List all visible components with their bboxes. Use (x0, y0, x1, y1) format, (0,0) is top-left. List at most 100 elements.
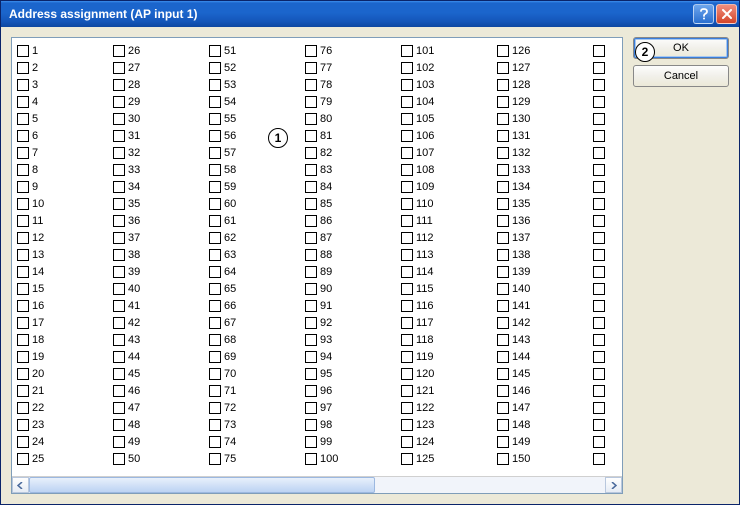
address-checkbox-item[interactable]: 5 (16, 110, 112, 127)
address-checkbox-item[interactable]: 79 (304, 93, 400, 110)
address-checkbox-item[interactable]: 16 (16, 297, 112, 314)
address-checkbox-item[interactable]: 58 (208, 161, 304, 178)
address-checkbox-item[interactable] (592, 399, 612, 416)
scroll-thumb[interactable] (29, 477, 375, 493)
address-checkbox-item[interactable]: 127 (496, 59, 592, 76)
address-checkbox-item[interactable]: 12 (16, 229, 112, 246)
scroll-left-button[interactable] (12, 477, 29, 493)
address-checkbox-item[interactable]: 93 (304, 331, 400, 348)
address-checkbox-item[interactable]: 10 (16, 195, 112, 212)
address-checkbox-item[interactable]: 136 (496, 212, 592, 229)
address-checkbox-item[interactable]: 139 (496, 263, 592, 280)
address-checkbox-item[interactable]: 146 (496, 382, 592, 399)
address-checkbox-item[interactable]: 141 (496, 297, 592, 314)
address-checkbox-item[interactable]: 131 (496, 127, 592, 144)
address-checkbox-item[interactable]: 129 (496, 93, 592, 110)
address-checkbox-item[interactable]: 121 (400, 382, 496, 399)
address-checkbox-item[interactable]: 94 (304, 348, 400, 365)
address-checkbox-item[interactable]: 44 (112, 348, 208, 365)
address-checkbox-item[interactable]: 117 (400, 314, 496, 331)
address-checkbox-item[interactable]: 150 (496, 450, 592, 467)
address-checkbox-item[interactable] (592, 212, 612, 229)
address-checkbox-item[interactable]: 119 (400, 348, 496, 365)
address-checkbox-item[interactable]: 149 (496, 433, 592, 450)
close-button[interactable] (716, 4, 737, 24)
address-checkbox-item[interactable]: 47 (112, 399, 208, 416)
address-checkbox-item[interactable]: 36 (112, 212, 208, 229)
address-checkbox-item[interactable]: 113 (400, 246, 496, 263)
address-checkbox-item[interactable]: 40 (112, 280, 208, 297)
address-checkbox-item[interactable]: 83 (304, 161, 400, 178)
address-checkbox-item[interactable]: 101 (400, 42, 496, 59)
address-checkbox-item[interactable]: 71 (208, 382, 304, 399)
address-checkbox-item[interactable]: 128 (496, 76, 592, 93)
address-checkbox-item[interactable]: 1 (16, 42, 112, 59)
address-checkbox-item[interactable]: 88 (304, 246, 400, 263)
address-checkbox-item[interactable]: 81 (304, 127, 400, 144)
address-checkbox-item[interactable]: 105 (400, 110, 496, 127)
address-checkbox-item[interactable] (592, 229, 612, 246)
address-checkbox-item[interactable]: 57 (208, 144, 304, 161)
address-checkbox-item[interactable]: 14 (16, 263, 112, 280)
address-checkbox-item[interactable]: 49 (112, 433, 208, 450)
address-checkbox-item[interactable]: 60 (208, 195, 304, 212)
address-checkbox-item[interactable]: 80 (304, 110, 400, 127)
address-checkbox-item[interactable]: 104 (400, 93, 496, 110)
address-checkbox-item[interactable]: 42 (112, 314, 208, 331)
address-checkbox-item[interactable]: 50 (112, 450, 208, 467)
address-checkbox-item[interactable]: 64 (208, 263, 304, 280)
address-checkbox-item[interactable]: 15 (16, 280, 112, 297)
address-checkbox-item[interactable]: 70 (208, 365, 304, 382)
address-checkbox-item[interactable]: 26 (112, 42, 208, 59)
address-checkbox-item[interactable]: 68 (208, 331, 304, 348)
address-checkbox-item[interactable] (592, 382, 612, 399)
address-checkbox-item[interactable]: 109 (400, 178, 496, 195)
address-checkbox-item[interactable]: 118 (400, 331, 496, 348)
address-checkbox-item[interactable]: 69 (208, 348, 304, 365)
address-checkbox-item[interactable]: 87 (304, 229, 400, 246)
address-checkbox-item[interactable]: 125 (400, 450, 496, 467)
address-checkbox-item[interactable]: 148 (496, 416, 592, 433)
address-checkbox-item[interactable]: 112 (400, 229, 496, 246)
address-checkbox-item[interactable] (592, 127, 612, 144)
address-checkbox-item[interactable]: 145 (496, 365, 592, 382)
address-checkbox-item[interactable]: 140 (496, 280, 592, 297)
address-checkbox-item[interactable]: 73 (208, 416, 304, 433)
address-checkbox-item[interactable]: 65 (208, 280, 304, 297)
address-checkbox-item[interactable]: 124 (400, 433, 496, 450)
address-checkbox-item[interactable]: 82 (304, 144, 400, 161)
address-checkbox-item[interactable]: 116 (400, 297, 496, 314)
address-checkbox-item[interactable]: 126 (496, 42, 592, 59)
address-checkbox-item[interactable] (592, 416, 612, 433)
address-checkbox-item[interactable]: 23 (16, 416, 112, 433)
address-checkbox-item[interactable] (592, 433, 612, 450)
address-checkbox-item[interactable]: 102 (400, 59, 496, 76)
address-checkbox-item[interactable]: 8 (16, 161, 112, 178)
address-checkbox-item[interactable]: 85 (304, 195, 400, 212)
address-checkbox-item[interactable]: 52 (208, 59, 304, 76)
address-checkbox-item[interactable]: 95 (304, 365, 400, 382)
address-checkbox-item[interactable]: 54 (208, 93, 304, 110)
address-checkbox-item[interactable]: 37 (112, 229, 208, 246)
address-checkbox-item[interactable]: 62 (208, 229, 304, 246)
address-checkbox-item[interactable] (592, 178, 612, 195)
address-checkbox-item[interactable]: 110 (400, 195, 496, 212)
address-checkbox-item[interactable]: 120 (400, 365, 496, 382)
address-checkbox-item[interactable]: 13 (16, 246, 112, 263)
address-checkbox-item[interactable]: 84 (304, 178, 400, 195)
address-checkbox-item[interactable]: 17 (16, 314, 112, 331)
address-checkbox-item[interactable]: 2 (16, 59, 112, 76)
address-checkbox-item[interactable]: 66 (208, 297, 304, 314)
address-checkbox-item[interactable]: 27 (112, 59, 208, 76)
horizontal-scrollbar[interactable] (12, 476, 622, 493)
cancel-button[interactable]: Cancel (633, 65, 729, 87)
address-checkbox-item[interactable]: 39 (112, 263, 208, 280)
address-checkbox-item[interactable]: 32 (112, 144, 208, 161)
address-checkbox-item[interactable]: 134 (496, 178, 592, 195)
address-checkbox-item[interactable]: 143 (496, 331, 592, 348)
address-checkbox-item[interactable] (592, 246, 612, 263)
address-checkbox-item[interactable] (592, 93, 612, 110)
address-checkbox-item[interactable]: 9 (16, 178, 112, 195)
address-checkbox-item[interactable]: 76 (304, 42, 400, 59)
address-checkbox-item[interactable]: 103 (400, 76, 496, 93)
